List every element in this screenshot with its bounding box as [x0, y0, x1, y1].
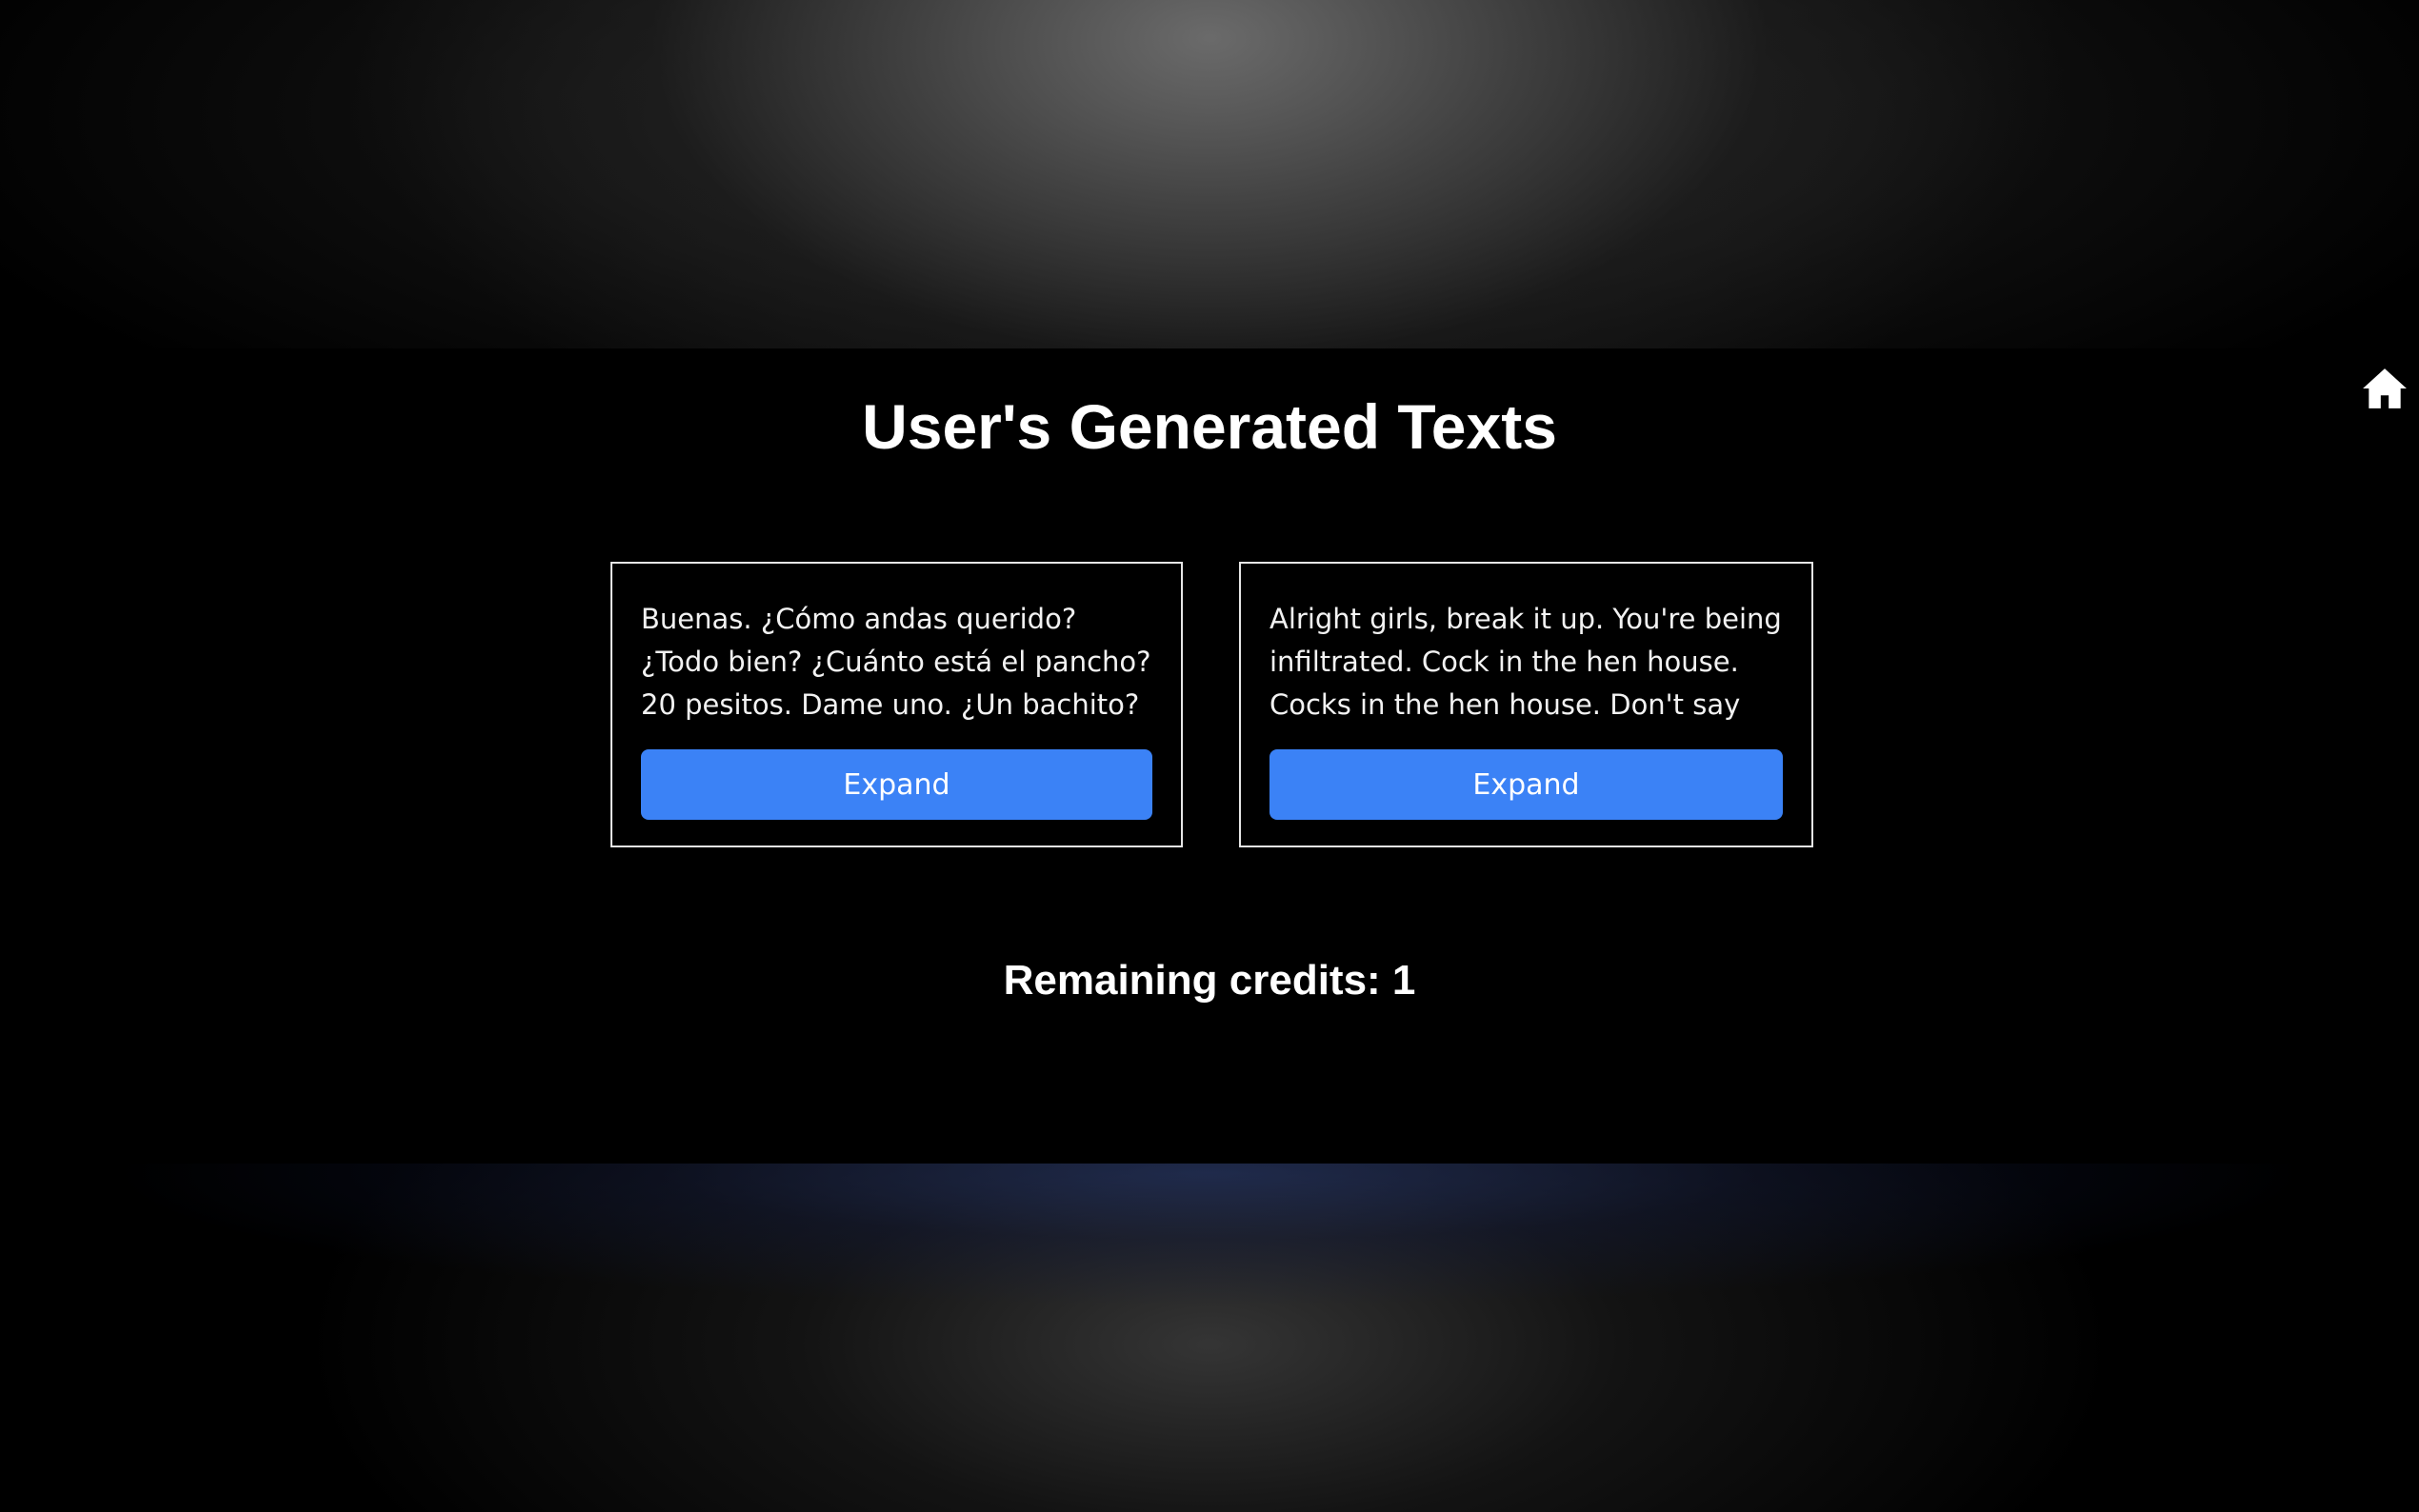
bottom-glow-backdrop — [0, 1164, 2419, 1512]
page: User's Generated Texts Buenas. ¿Cómo and… — [0, 0, 2419, 1512]
expand-button[interactable]: Expand — [641, 749, 1152, 820]
generated-text-preview: Buenas. ¿Cómo andas querido? ¿Todo bien?… — [641, 603, 1151, 721]
generated-text-card: Buenas. ¿Cómo andas querido? ¿Todo bien?… — [610, 562, 1183, 847]
expand-button[interactable]: Expand — [1269, 749, 1783, 820]
generated-text-preview: Alright girls, break it up. You're being… — [1269, 603, 1782, 721]
generated-text-card: Alright girls, break it up. You're being… — [1239, 562, 1813, 847]
page-title: User's Generated Texts — [862, 391, 1557, 462]
top-glow-backdrop — [0, 0, 2419, 348]
remaining-credits: Remaining credits: 1 — [1003, 957, 1416, 1004]
generated-texts-list: Buenas. ¿Cómo andas querido? ¿Todo bien?… — [0, 562, 2419, 851]
